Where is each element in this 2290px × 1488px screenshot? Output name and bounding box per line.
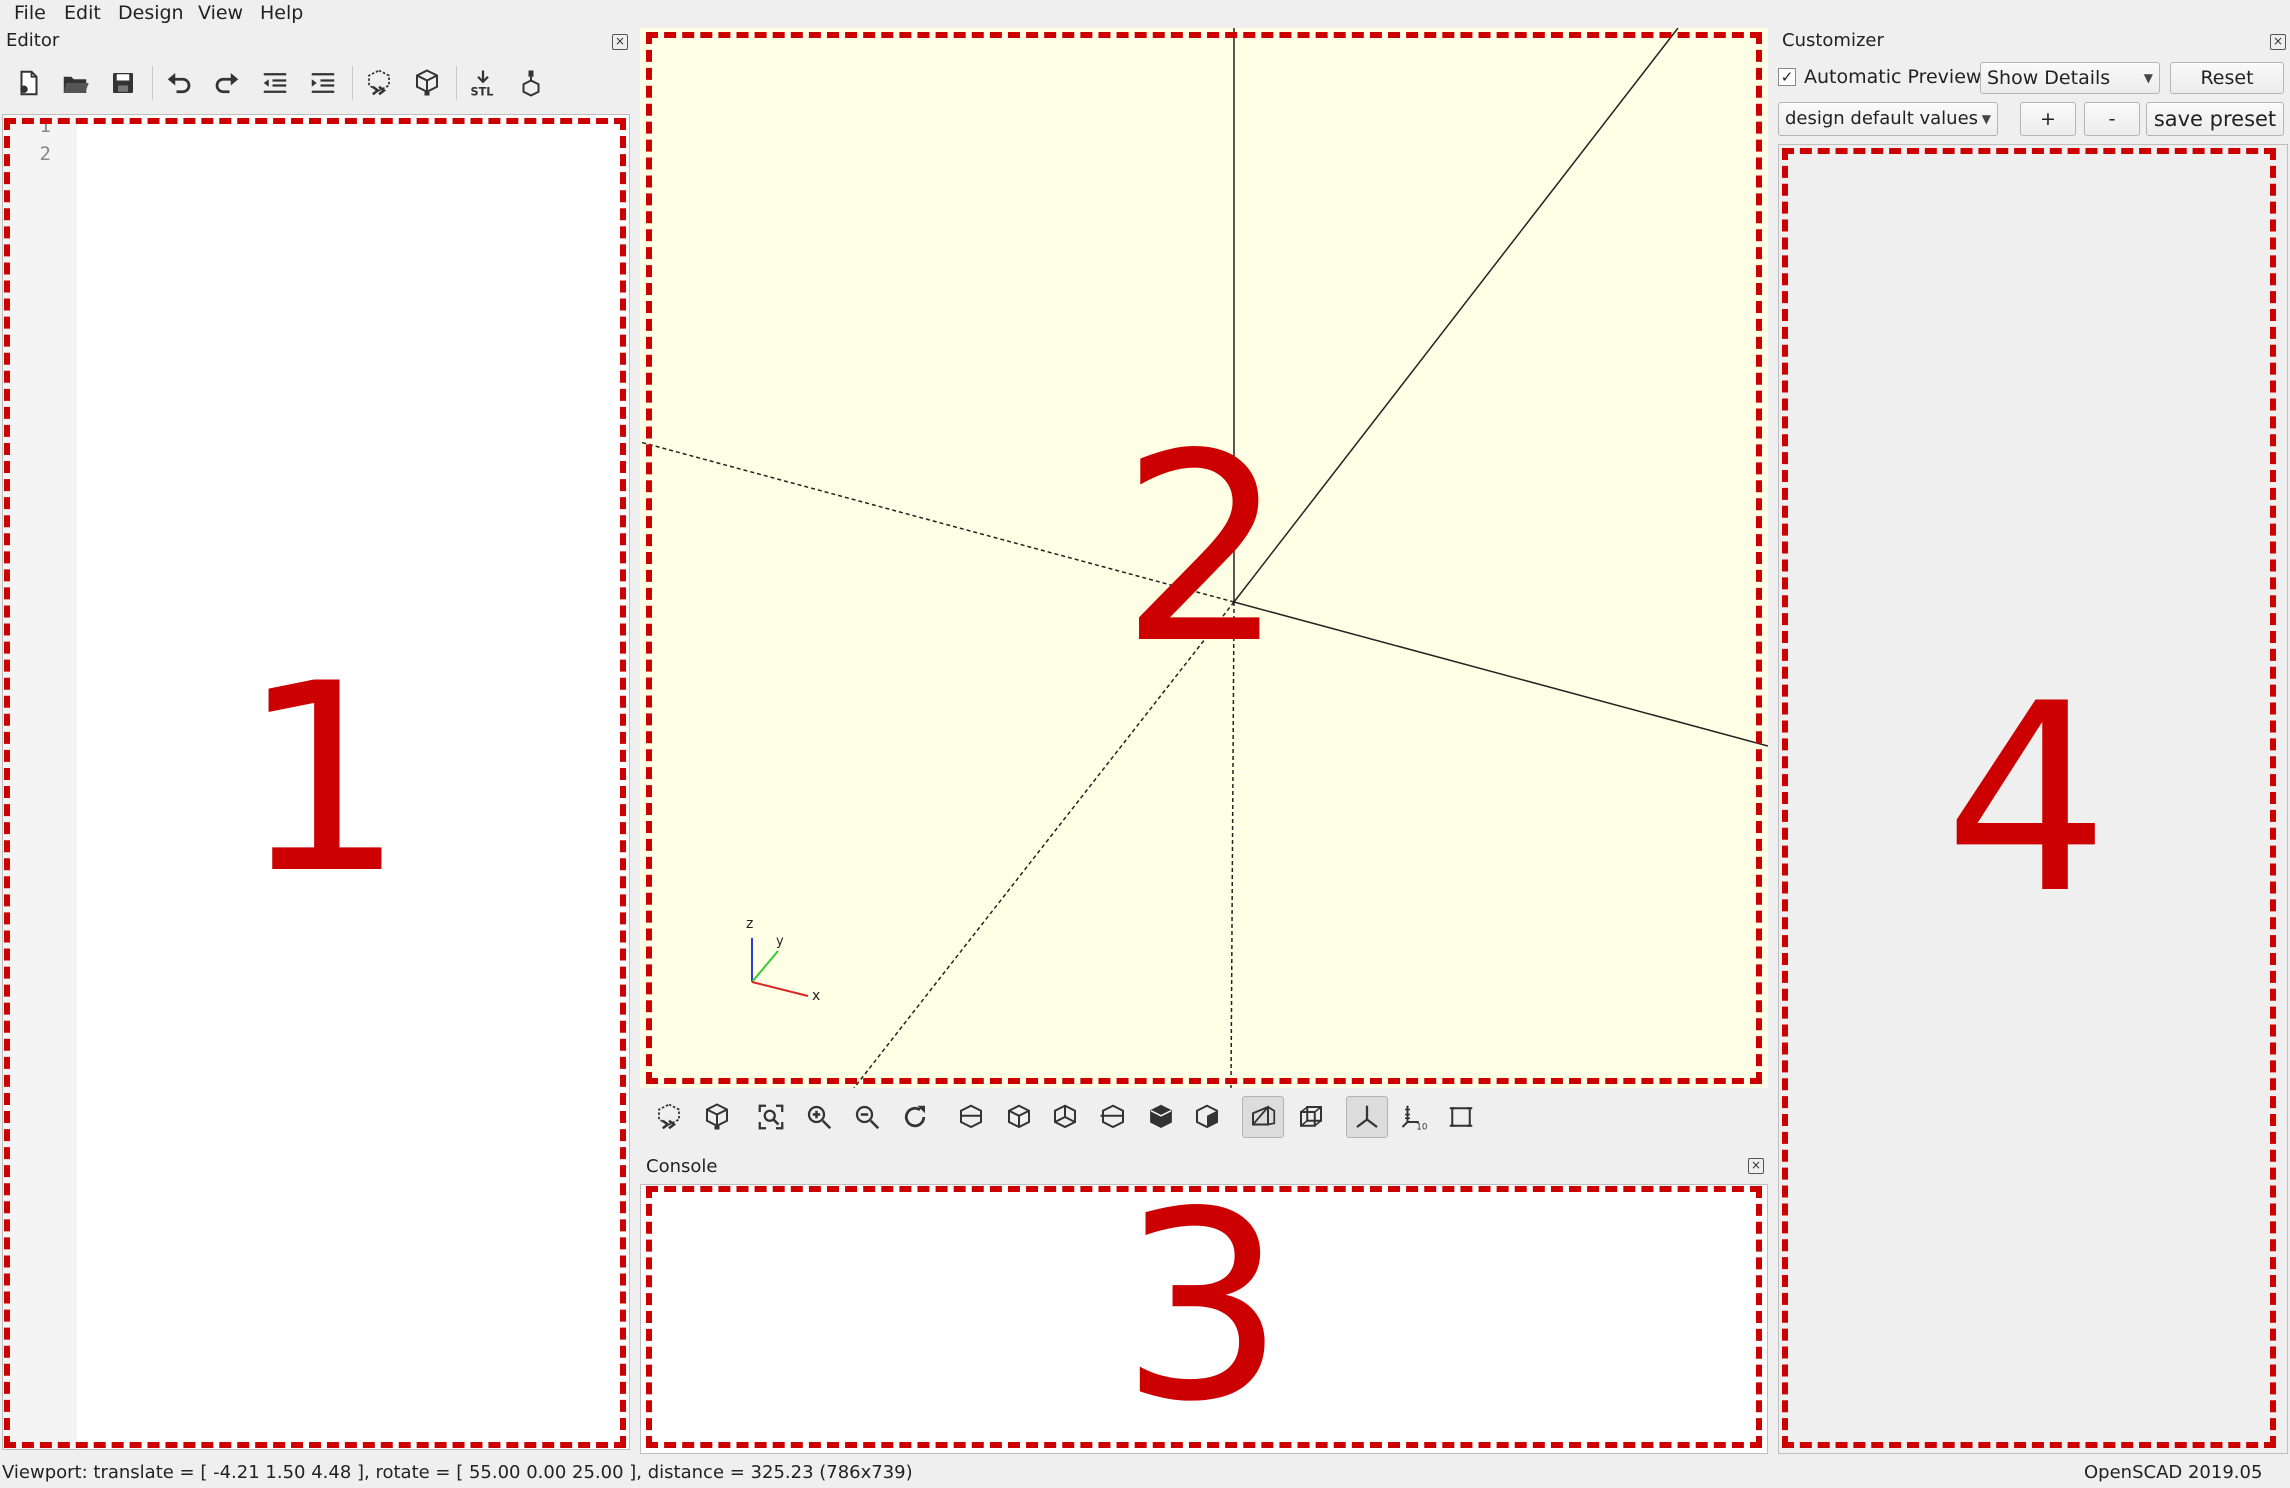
svg-text:STL: STL: [471, 86, 494, 99]
editor-close-icon[interactable]: ×: [612, 34, 628, 50]
annotation-label-4: 4: [1944, 649, 2110, 951]
menu-file[interactable]: File: [14, 2, 46, 24]
preview-icon[interactable]: [362, 66, 396, 100]
annotation-label-2: 2: [1120, 399, 1286, 701]
new-file-icon[interactable]: [12, 66, 46, 100]
view-front-icon[interactable]: [1140, 1096, 1182, 1138]
toolbar-separator: [352, 66, 353, 100]
add-preset-button[interactable]: +: [2020, 102, 2076, 136]
view-all-icon[interactable]: [750, 1096, 792, 1138]
unindent-icon[interactable]: [258, 66, 292, 100]
menu-design[interactable]: Design: [118, 2, 184, 24]
view-right-icon[interactable]: [950, 1096, 992, 1138]
menu-edit[interactable]: Edit: [64, 2, 101, 24]
zoom-out-icon[interactable]: [846, 1096, 888, 1138]
editor-title: Editor: [6, 30, 60, 51]
console-close-icon[interactable]: ×: [1748, 1158, 1764, 1174]
view-bottom-icon[interactable]: [1044, 1096, 1086, 1138]
annotation-label-1: 1: [240, 629, 406, 931]
remove-preset-button[interactable]: -: [2084, 102, 2140, 136]
menu-bar: File Edit Design View Help: [0, 0, 2290, 28]
preset-select-value: design default values: [1785, 108, 1979, 129]
toolbar-separator: [456, 66, 457, 100]
view-back-icon[interactable]: [1186, 1096, 1228, 1138]
details-select[interactable]: Show Details ▼: [1980, 62, 2160, 94]
preview-icon[interactable]: [648, 1096, 690, 1138]
reset-view-icon[interactable]: [894, 1096, 936, 1138]
show-scale-markers-icon[interactable]: 10: [1394, 1096, 1436, 1138]
menu-help[interactable]: Help: [260, 2, 303, 24]
viewport-toolbar: 10: [640, 1090, 1768, 1146]
perspective-icon[interactable]: [1242, 1096, 1284, 1138]
render-icon[interactable]: [410, 66, 444, 100]
render-icon[interactable]: [696, 1096, 738, 1138]
menu-view[interactable]: View: [198, 2, 243, 24]
preset-select[interactable]: design default values ▼: [1778, 102, 1998, 136]
customizer-title: Customizer: [1782, 30, 1884, 51]
view-left-icon[interactable]: [1092, 1096, 1134, 1138]
version-label: OpenSCAD 2019.05: [2084, 1462, 2263, 1483]
save-preset-button[interactable]: save preset: [2146, 102, 2284, 136]
customizer-close-icon[interactable]: ×: [2270, 34, 2286, 50]
open-file-icon[interactable]: [58, 66, 92, 100]
chevron-down-icon: ▼: [2143, 71, 2153, 85]
automatic-preview-checkbox[interactable]: ✓: [1778, 68, 1796, 86]
show-axes-icon[interactable]: [1346, 1096, 1388, 1138]
annotation-label-3: 3: [1120, 1157, 1286, 1459]
console-title: Console: [646, 1156, 718, 1177]
chevron-down-icon: ▼: [1981, 112, 1991, 126]
automatic-preview-label: Automatic Preview: [1804, 66, 1982, 88]
viewport-status-text: Viewport: translate = [ -4.21 1.50 4.48 …: [2, 1462, 913, 1483]
zoom-in-icon[interactable]: [798, 1096, 840, 1138]
show-edges-icon[interactable]: [1440, 1096, 1482, 1138]
status-bar: Viewport: translate = [ -4.21 1.50 4.48 …: [0, 1460, 2290, 1488]
save-file-icon[interactable]: [106, 66, 140, 100]
toolbar-separator: [152, 66, 153, 100]
undo-icon[interactable]: [162, 66, 196, 100]
indent-icon[interactable]: [306, 66, 340, 100]
redo-icon[interactable]: [210, 66, 244, 100]
details-select-value: Show Details: [1987, 67, 2111, 89]
send-to-printer-icon[interactable]: [514, 66, 548, 100]
export-stl-icon[interactable]: STL: [466, 66, 500, 100]
orthogonal-icon[interactable]: [1290, 1096, 1332, 1138]
svg-text:10: 10: [1416, 1123, 1427, 1133]
view-top-icon[interactable]: [998, 1096, 1040, 1138]
reset-button[interactable]: Reset: [2170, 62, 2284, 94]
